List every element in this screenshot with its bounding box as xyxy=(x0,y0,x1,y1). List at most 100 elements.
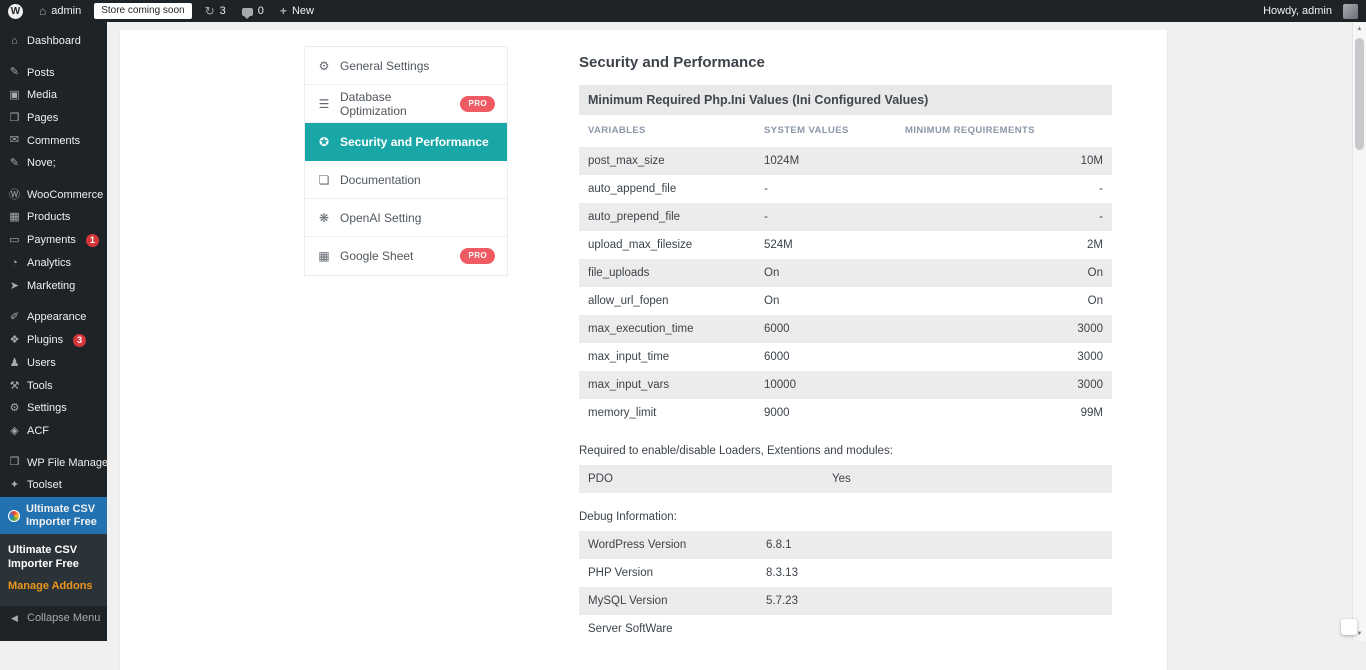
security-performance-panel: Security and Performance Minimum Require… xyxy=(579,46,1112,643)
plugin-settings-card: ⚙ General Settings ☰ Database Optimizati… xyxy=(120,30,1167,670)
minimum-requirement-cell: 99M xyxy=(896,399,1112,427)
products-icon: ▦ xyxy=(8,212,21,223)
sidebar-item-analytics[interactable]: ◔ Analytics xyxy=(0,252,107,275)
sidebar-item-toolset[interactable]: ✦ Toolset xyxy=(0,474,107,497)
phpini-table-caption: Minimum Required Php.Ini Values (Ini Con… xyxy=(579,85,1112,115)
settings-icon: ⚙ xyxy=(8,403,21,414)
sidebar-item-payments[interactable]: ▭ Payments 1 xyxy=(0,229,107,252)
variable-cell: auto_append_file xyxy=(579,175,755,203)
avatar xyxy=(1343,4,1358,19)
sidebar-item-posts[interactable]: ✎ Posts xyxy=(0,62,107,85)
scroll-up-button[interactable] xyxy=(1353,22,1366,36)
phpini-table: VARIABLES SYSTEM VALUES MINIMUM REQUIREM… xyxy=(579,115,1112,427)
system-value-cell: 10000 xyxy=(755,371,896,399)
sidebar-item-pages[interactable]: ❐ Pages xyxy=(0,107,107,130)
payments-icon: ▭ xyxy=(8,235,21,246)
settings-tab-google-sheet[interactable]: ▦ Google Sheet PRO xyxy=(305,237,507,275)
sidebar-item-products[interactable]: ▦ Products xyxy=(0,206,107,229)
pin-icon: ✎ xyxy=(8,158,21,169)
sidebar-item-users[interactable]: ♟ Users xyxy=(0,352,107,375)
gear-icon: ⚙ xyxy=(317,60,331,72)
collapse-menu-button[interactable]: Collapse Menu xyxy=(0,607,107,629)
sidebar-item-woocommerce[interactable]: Ⓦ WooCommerce xyxy=(0,184,107,207)
phpini-row-memory-limit: memory_limit 9000 99M xyxy=(579,399,1112,427)
debug-heading: Debug Information: xyxy=(579,511,1112,523)
loaders-table-body: PDO Yes xyxy=(579,465,1112,493)
sidebar-menu: ⌂ Dashboard ✎ Posts ▣ Media ❐ Pages xyxy=(0,22,107,534)
variable-cell: max_input_vars xyxy=(579,371,755,399)
phpini-row-max-execution-time: max_execution_time 6000 3000 xyxy=(579,315,1112,343)
variable-cell: upload_max_filesize xyxy=(579,231,755,259)
phpini-table-body: post_max_size 1024M 10M auto_append_file… xyxy=(579,147,1112,427)
document-icon: ❏ xyxy=(317,174,331,186)
updates-menu[interactable]: 3 xyxy=(197,0,234,22)
sidebar-item-tools[interactable]: ⚒ Tools xyxy=(0,375,107,398)
woocommerce-icon: Ⓦ xyxy=(8,190,21,201)
tools-icon: ⚒ xyxy=(8,381,21,392)
my-account-menu[interactable]: Howdy, admin xyxy=(1255,0,1366,22)
settings-tab-security-and-performance[interactable]: ✪ Security and Performance xyxy=(305,123,507,161)
collapse-icon xyxy=(8,613,21,624)
appearance-icon: ✐ xyxy=(8,312,21,323)
settings-nav: ⚙ General Settings ☰ Database Optimizati… xyxy=(304,46,508,276)
new-content-menu[interactable]: New xyxy=(272,0,322,22)
system-value-cell: 524M xyxy=(755,231,896,259)
settings-tab-general-settings[interactable]: ⚙ General Settings xyxy=(305,47,507,85)
sidebar-item-settings[interactable]: ⚙ Settings xyxy=(0,397,107,420)
sidebar-item-ultimate-csv-importer-free[interactable]: Ultimate CSV Importer Free xyxy=(0,497,107,534)
sidebar-subitem-manage-addons[interactable]: Manage Addons xyxy=(0,576,107,598)
sidebar-item-comments[interactable]: ✉ Comments xyxy=(0,130,107,153)
pro-badge: PRO xyxy=(460,96,495,112)
minimum-requirement-cell: 3000 xyxy=(896,343,1112,371)
debug-value-cell xyxy=(757,615,1112,643)
minimum-requirement-cell: 3000 xyxy=(896,315,1112,343)
sidebar-item-nove[interactable]: ✎ Nove; xyxy=(0,152,107,175)
column-header-minimum-requirements: MINIMUM REQUIREMENTS xyxy=(896,115,1112,147)
minimum-requirement-cell: 10M xyxy=(896,147,1112,175)
sidebar-item-wp-file-manager[interactable]: ❒ WP File Manager xyxy=(0,452,107,475)
minimum-requirement-cell: On xyxy=(896,287,1112,315)
debug-name-cell: WordPress Version xyxy=(579,531,757,559)
loaders-heading: Required to enable/disable Loaders, Exte… xyxy=(579,445,1112,457)
site-name-menu[interactable]: admin xyxy=(31,0,89,22)
debug-table-body: WordPress Version 6.8.1 PHP Version 8.3.… xyxy=(579,531,1112,643)
settings-tab-openai-setting[interactable]: ❋ OpenAI Setting xyxy=(305,199,507,237)
floating-widget[interactable] xyxy=(1341,619,1357,635)
openai-icon: ❋ xyxy=(317,212,331,224)
system-value-cell: On xyxy=(755,259,896,287)
settings-tab-database-optimization[interactable]: ☰ Database Optimization PRO xyxy=(305,85,507,123)
column-header-variables: VARIABLES xyxy=(579,115,755,147)
wordpress-menu[interactable] xyxy=(0,0,31,22)
media-icon: ▣ xyxy=(8,90,21,101)
system-value-cell: - xyxy=(755,175,896,203)
toolset-icon: ✦ xyxy=(8,480,21,491)
debug-value-cell: 5.7.23 xyxy=(757,587,1112,615)
debug-row-mysql-version: MySQL Version 5.7.23 xyxy=(579,587,1112,615)
settings-tab-documentation[interactable]: ❏ Documentation xyxy=(305,161,507,199)
sidebar-item-marketing[interactable]: ➤ Marketing xyxy=(0,275,107,298)
variable-cell: post_max_size xyxy=(579,147,755,175)
system-value-cell: 6000 xyxy=(755,315,896,343)
sidebar-submenu: Ultimate CSV Importer Free Manage Addons xyxy=(0,534,107,606)
comments-icon: ✉ xyxy=(8,135,21,146)
scrollbar-thumb[interactable] xyxy=(1355,38,1364,150)
comments-icon xyxy=(242,8,253,16)
admin-bar-right: Howdy, admin xyxy=(1255,0,1366,22)
sidebar-item-appearance[interactable]: ✐ Appearance xyxy=(0,306,107,329)
admin-sidebar: ⌂ Dashboard ✎ Posts ▣ Media ❐ Pages xyxy=(0,22,107,641)
spreadsheet-icon: ▦ xyxy=(317,250,331,262)
sidebar-item-dashboard[interactable]: ⌂ Dashboard xyxy=(0,30,107,53)
debug-row-php-version: PHP Version 8.3.13 xyxy=(579,559,1112,587)
sidebar-subitem-ultimate-csv-importer-free[interactable]: Ultimate CSV Importer Free xyxy=(0,540,107,576)
howdy-label: Howdy, admin xyxy=(1263,5,1332,17)
comments-menu[interactable]: 0 xyxy=(234,0,272,22)
scrollbar-track[interactable] xyxy=(1352,22,1366,641)
column-header-system-values: SYSTEM VALUES xyxy=(755,115,896,147)
sidebar-item-acf[interactable]: ◈ ACF xyxy=(0,420,107,443)
variable-cell: max_execution_time xyxy=(579,315,755,343)
count-badge: 3 xyxy=(73,334,86,347)
sidebar-item-plugins[interactable]: ❖ Plugins 3 xyxy=(0,329,107,352)
sidebar-item-media[interactable]: ▣ Media xyxy=(0,84,107,107)
coming-soon-badge: Store coming soon xyxy=(94,3,191,19)
phpini-row-upload-max-filesize: upload_max_filesize 524M 2M xyxy=(579,231,1112,259)
